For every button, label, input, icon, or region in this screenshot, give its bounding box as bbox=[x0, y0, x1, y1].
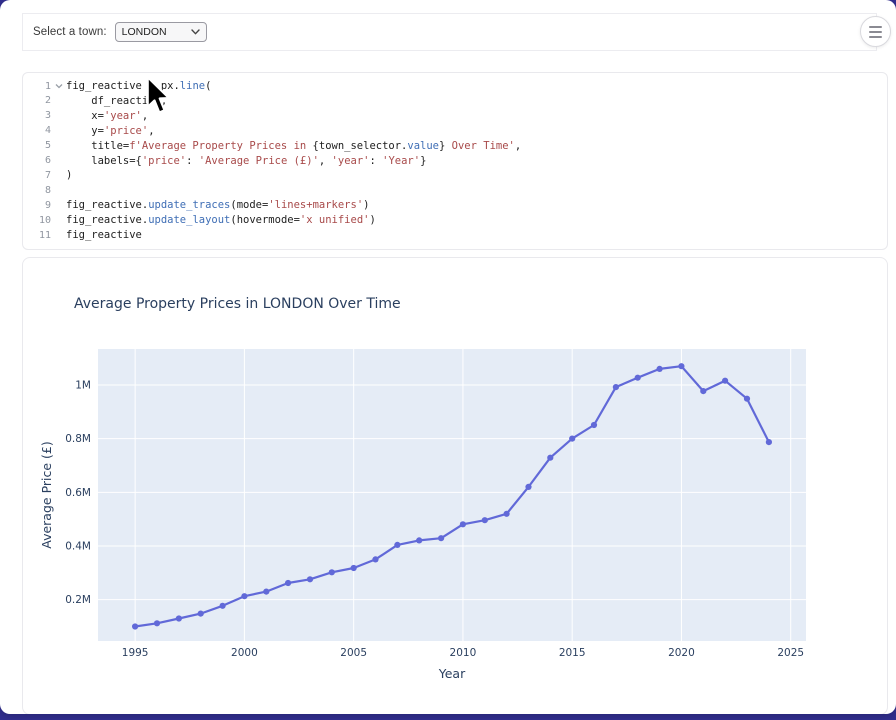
code-line: 2 df_reactive, bbox=[23, 94, 887, 109]
fold-spacer bbox=[51, 228, 66, 243]
data-point-marker[interactable] bbox=[416, 537, 422, 543]
data-point-marker[interactable] bbox=[613, 384, 619, 390]
town-select-value: LONDON bbox=[122, 26, 191, 38]
chart-title: Average Property Prices in LONDON Over T… bbox=[74, 296, 401, 312]
code-line: 7) bbox=[23, 168, 887, 183]
data-point-marker[interactable] bbox=[722, 378, 728, 384]
data-point-marker[interactable] bbox=[394, 542, 400, 548]
code-line: 1fig_reactive = px.line( bbox=[23, 79, 887, 94]
code-line: 9fig_reactive.update_traces(mode='lines+… bbox=[23, 198, 887, 213]
hamburger-icon bbox=[869, 26, 882, 38]
data-point-marker[interactable] bbox=[504, 511, 510, 517]
data-point-marker[interactable] bbox=[744, 396, 750, 402]
data-point-marker[interactable] bbox=[241, 593, 247, 599]
line-number: 11 bbox=[23, 228, 51, 243]
chevron-down-icon bbox=[191, 29, 200, 35]
data-point-marker[interactable] bbox=[700, 388, 706, 394]
app-card: Select a town: LONDON 1fig_reactive = px… bbox=[0, 0, 896, 714]
data-point-marker[interactable] bbox=[263, 588, 269, 594]
line-number: 6 bbox=[23, 154, 51, 169]
data-point-marker[interactable] bbox=[307, 576, 313, 582]
town-select[interactable]: LONDON bbox=[115, 22, 207, 42]
code-line: 11fig_reactive bbox=[23, 228, 887, 243]
data-point-marker[interactable] bbox=[329, 569, 335, 575]
code-line: 8 bbox=[23, 183, 887, 198]
fold-spacer bbox=[51, 124, 66, 139]
menu-button[interactable] bbox=[860, 16, 891, 47]
svg-text:2025: 2025 bbox=[777, 647, 804, 659]
y-axis-title: Average Price (£) bbox=[39, 441, 54, 548]
svg-text:1995: 1995 bbox=[122, 647, 149, 659]
data-point-marker[interactable] bbox=[525, 484, 531, 490]
data-point-marker[interactable] bbox=[220, 603, 226, 609]
data-point-marker[interactable] bbox=[351, 565, 357, 571]
data-point-marker[interactable] bbox=[154, 620, 160, 626]
fold-spacer bbox=[51, 168, 66, 183]
fold-spacer bbox=[51, 198, 66, 213]
fold-chevron-icon[interactable] bbox=[51, 79, 66, 94]
data-point-marker[interactable] bbox=[372, 556, 378, 562]
fold-spacer bbox=[51, 213, 66, 228]
svg-text:2010: 2010 bbox=[450, 647, 477, 659]
data-point-marker[interactable] bbox=[176, 615, 182, 621]
town-selector-cell: Select a town: LONDON bbox=[22, 13, 877, 51]
svg-text:0.2M: 0.2M bbox=[65, 594, 91, 606]
line-number: 2 bbox=[23, 94, 51, 109]
data-point-marker[interactable] bbox=[198, 610, 204, 616]
fold-spacer bbox=[51, 109, 66, 124]
fold-spacer bbox=[51, 94, 66, 109]
line-number: 4 bbox=[23, 124, 51, 139]
svg-text:2020: 2020 bbox=[668, 647, 695, 659]
code-line: 6 labels={'price': 'Average Price (£)', … bbox=[23, 154, 887, 169]
svg-text:0.6M: 0.6M bbox=[65, 487, 91, 499]
svg-text:0.4M: 0.4M bbox=[65, 540, 91, 552]
code-line: 4 y='price', bbox=[23, 124, 887, 139]
code-line: 3 x='year', bbox=[23, 109, 887, 124]
y-axis: 0.2M 0.4M 0.6M 0.8M 1M bbox=[65, 379, 91, 606]
svg-text:2005: 2005 bbox=[340, 647, 367, 659]
code-cell[interactable]: 1fig_reactive = px.line(2 df_reactive,3 … bbox=[22, 72, 888, 250]
line-number: 7 bbox=[23, 168, 51, 183]
data-point-marker[interactable] bbox=[285, 580, 291, 586]
svg-text:2015: 2015 bbox=[559, 647, 586, 659]
line-number: 10 bbox=[23, 213, 51, 228]
data-point-marker[interactable] bbox=[438, 535, 444, 541]
line-number: 3 bbox=[23, 109, 51, 124]
fold-spacer bbox=[51, 154, 66, 169]
svg-text:0.8M: 0.8M bbox=[65, 433, 91, 445]
code-line: 10fig_reactive.update_layout(hovermode='… bbox=[23, 213, 887, 228]
data-point-marker[interactable] bbox=[591, 422, 597, 428]
line-number: 9 bbox=[23, 198, 51, 213]
data-point-marker[interactable] bbox=[635, 375, 641, 381]
code-line: 5 title=f'Average Property Prices in {to… bbox=[23, 139, 887, 154]
data-point-marker[interactable] bbox=[132, 623, 138, 629]
line-number: 1 bbox=[23, 79, 51, 94]
fold-spacer bbox=[51, 183, 66, 198]
x-axis: 1995 2000 2005 2010 2015 2020 2025 bbox=[122, 647, 804, 659]
page: { "toolbar": { "label": "Select a town:"… bbox=[0, 0, 896, 720]
data-point-marker[interactable] bbox=[766, 439, 772, 445]
svg-text:1M: 1M bbox=[75, 379, 91, 391]
code-lines: 1fig_reactive = px.line(2 df_reactive,3 … bbox=[23, 79, 887, 243]
price-line-chart[interactable]: 1995 2000 2005 2010 2015 2020 2025 Year 0.2M 0.4M… bbox=[23, 258, 885, 714]
data-point-marker[interactable] bbox=[482, 517, 488, 523]
plot-area[interactable] bbox=[98, 349, 806, 641]
data-point-marker[interactable] bbox=[678, 363, 684, 369]
data-point-marker[interactable] bbox=[657, 366, 663, 372]
fold-spacer bbox=[51, 139, 66, 154]
data-point-marker[interactable] bbox=[569, 435, 575, 441]
line-number: 5 bbox=[23, 139, 51, 154]
svg-text:2000: 2000 bbox=[231, 647, 258, 659]
town-selector-label: Select a town: bbox=[33, 26, 107, 38]
x-axis-title: Year bbox=[438, 666, 466, 681]
data-point-marker[interactable] bbox=[460, 521, 466, 527]
chart-output-cell: 1995 2000 2005 2010 2015 2020 2025 Year 0.2M 0.4M… bbox=[22, 257, 888, 714]
data-point-marker[interactable] bbox=[547, 455, 553, 461]
line-number: 8 bbox=[23, 183, 51, 198]
